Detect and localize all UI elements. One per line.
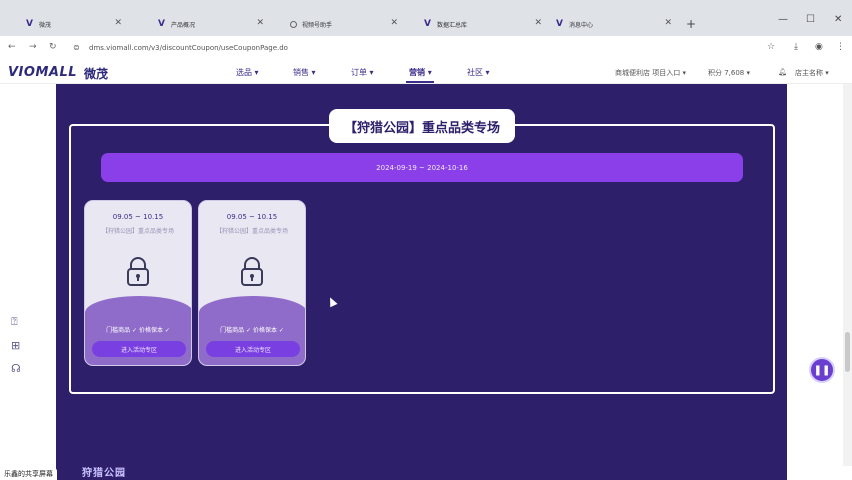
active-nav-indicator (406, 81, 434, 83)
nav-marketing[interactable]: 营销 ▾ (409, 67, 432, 78)
browser-tab-2[interactable]: V 产品概况 ✕ (158, 14, 264, 34)
viomall-logo-cn: 微茂 (84, 67, 109, 81)
tab-label: 消息中心 (568, 21, 593, 29)
bell-icon[interactable]: 🔔︎ (778, 68, 787, 76)
minimize-icon[interactable]: — (778, 14, 788, 25)
viomall-logo[interactable]: VIOMALL (8, 65, 77, 80)
promo-card[interactable]: 09.05 ~ 10.15 【狩猎公园】重点品类专场 门槛商品 ✓ 价格保本 ✓… (198, 200, 306, 366)
viomall-tab-icon: V (26, 19, 33, 29)
close-icon[interactable]: ✕ (256, 18, 264, 28)
viomall-tab-icon: V (556, 19, 563, 29)
assistant-icon: ❚❚ (813, 364, 831, 376)
tab-label: 数据汇总库 (436, 21, 467, 29)
next-section-title: 狩猎公园 (82, 468, 126, 479)
close-icon[interactable]: ✕ (664, 18, 672, 28)
nav-sales[interactable]: 销售 ▾ (293, 67, 316, 78)
card-features: 门槛商品 ✓ 价格保本 ✓ (220, 327, 284, 334)
date-range-bar: 2024-09-19 ~ 2024-10-16 (101, 153, 743, 182)
address-bar: ← → ↻ ⊜ dms.viomall.com/v3/discountCoupo… (0, 36, 852, 60)
lock-icon (241, 257, 263, 286)
close-icon[interactable]: ✕ (114, 18, 122, 28)
lock-icon (127, 257, 149, 286)
viomall-tab-icon: V (424, 19, 431, 29)
url-field[interactable]: dms.viomall.com/v3/discountCoupon/useCou… (89, 44, 288, 52)
card-date: 09.05 ~ 10.15 (226, 213, 278, 221)
tab-label: 产品概况 (170, 21, 195, 29)
tab-label: 微茂 (38, 21, 51, 29)
scrollbar-track[interactable] (843, 84, 852, 466)
scrollbar-thumb[interactable] (845, 332, 850, 372)
points-display[interactable]: 积分 7,608 ▾ (708, 68, 750, 78)
browser-tabbar: V 微茂 ✕ V 产品概况 ✕ 视频号助手 ✕ V 数据汇总库 ✕ V 消息中心… (0, 0, 852, 36)
maximize-icon[interactable]: ☐ (806, 14, 815, 25)
promo-card[interactable]: 09.05 ~ 10.15 【狩猎公园】重点品类专场 门槛商品 ✓ 价格保本 ✓… (84, 200, 192, 366)
browser-tab-4[interactable]: V 数据汇总库 ✕ (424, 14, 542, 34)
qr-code-icon[interactable]: ⊞ (11, 339, 20, 352)
card-date: 09.05 ~ 10.15 (112, 213, 164, 221)
viomall-tab-icon: V (158, 19, 165, 29)
back-icon[interactable]: ← (8, 42, 16, 52)
menu-icon[interactable]: ⋮ (836, 42, 845, 52)
star-icon[interactable]: ☆ (767, 42, 775, 52)
enter-zone-button[interactable]: 进入活动专区 (92, 341, 186, 357)
main-content: 【狩猎公园】重点品类专场 2024-09-19 ~ 2024-10-16 09.… (56, 84, 787, 466)
close-window-icon[interactable]: ✕ (834, 14, 842, 25)
section-title: 【狩猎公园】重点品类专场 (329, 109, 515, 143)
globe-icon (290, 20, 297, 28)
enter-zone-button[interactable]: 进入活动专区 (206, 341, 300, 357)
forward-icon[interactable]: → (29, 42, 37, 52)
promo-section-frame: 【狩猎公园】重点品类专场 2024-09-19 ~ 2024-10-16 09.… (69, 109, 775, 394)
download-icon[interactable]: ⤓ (794, 42, 798, 52)
site-header: VIOMALL 微茂 选品 ▾ 销售 ▾ 订单 ▾ 营销 ▾ 社区 ▾ 商城便利… (0, 60, 852, 84)
screen-share-status: 乐鑫的共享屏幕 (0, 468, 57, 480)
browser-tab-5[interactable]: V 消息中心 ✕ (556, 14, 672, 34)
card-features: 门槛商品 ✓ 价格保本 ✓ (106, 327, 170, 334)
card-subtitle: 【狩猎公园】重点品类专场 (215, 228, 288, 235)
nav-products[interactable]: 选品 ▾ (236, 67, 259, 78)
browser-tab-3[interactable]: 视频号助手 ✕ (290, 14, 398, 34)
next-section-strip: 狩猎公园 (56, 466, 787, 480)
nav-orders[interactable]: 订单 ▾ (351, 67, 374, 78)
date-range-text: 2024-09-19 ~ 2024-10-16 (376, 163, 468, 172)
profile-icon[interactable]: ◉ (815, 42, 823, 52)
close-icon[interactable]: ✕ (534, 18, 542, 28)
card-subtitle: 【狩猎公园】重点品类专场 (101, 228, 174, 235)
chat-icon[interactable]: ⍰ (11, 315, 18, 329)
floating-assistant-button[interactable]: ❚❚ (809, 357, 835, 383)
store-entry[interactable]: 商城便利店 项目入口 ▾ (615, 68, 686, 78)
nav-community[interactable]: 社区 ▾ (467, 67, 490, 78)
tab-label: 视频号助手 (302, 21, 333, 29)
customer-service-icon[interactable]: ☊ (11, 362, 21, 375)
site-info-icon[interactable]: ⊜ (73, 43, 80, 52)
user-menu[interactable]: 店主名称 ▾ (795, 68, 829, 78)
reload-icon[interactable]: ↻ (49, 42, 57, 52)
browser-tab-1[interactable]: V 微茂 ✕ (26, 14, 122, 34)
new-tab-icon[interactable]: + (686, 17, 696, 31)
close-icon[interactable]: ✕ (390, 18, 398, 28)
